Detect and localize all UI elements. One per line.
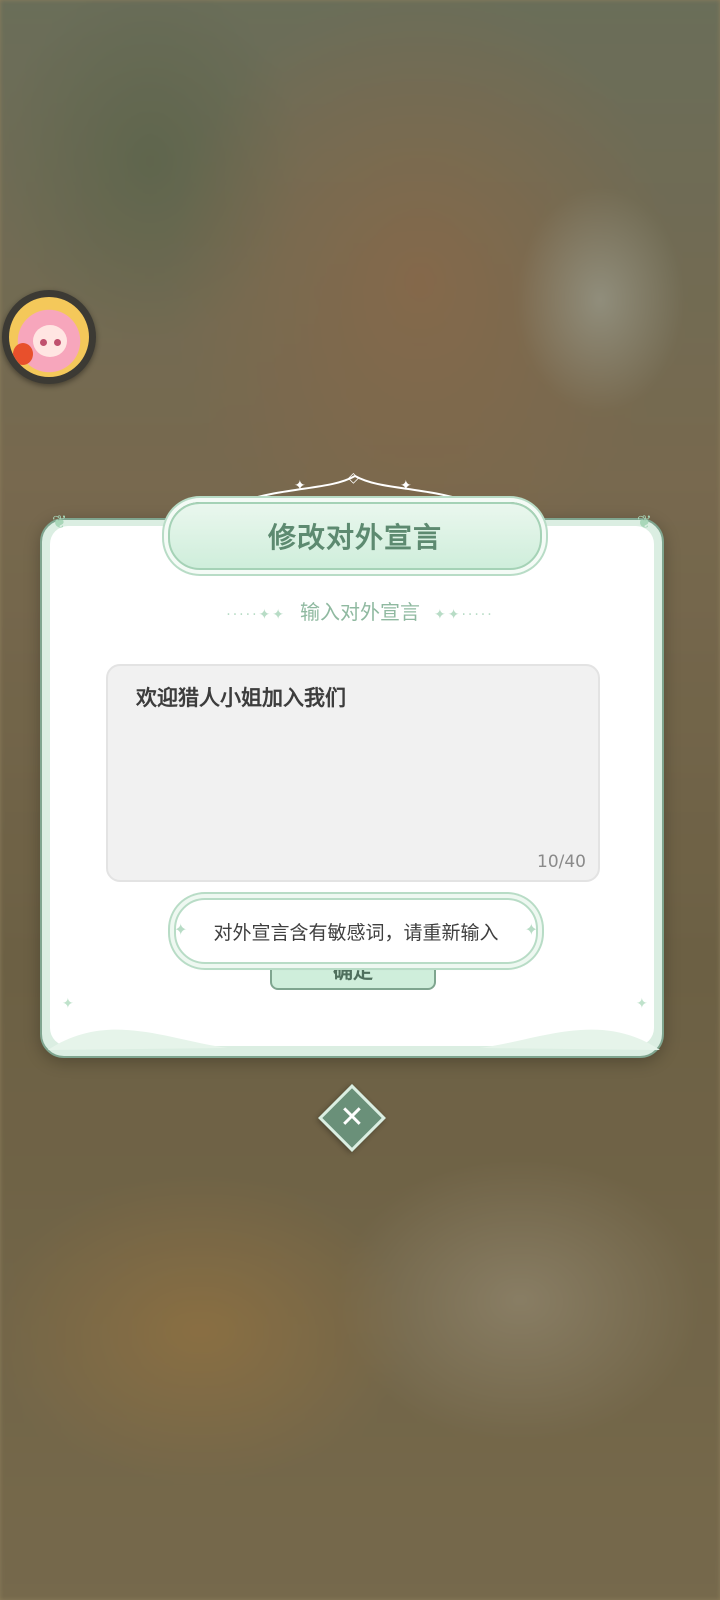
dialog-title-plate: 修改对外宣言 (168, 502, 542, 570)
avatar[interactable] (2, 290, 96, 384)
toast-message: 对外宣言含有敏感词，请重新输入 (213, 921, 499, 944)
sparkle-icon: ✦✦····· (434, 607, 494, 623)
corner-leaf-icon: ❦ (636, 512, 652, 533)
subtitle-text: 输入对外宣言 (300, 600, 420, 624)
sparkle-icon: ✦ (174, 920, 188, 939)
declaration-input-value[interactable]: 欢迎猎人小姐加入我们 (136, 682, 346, 712)
corner-leaf-icon: ❦ (52, 512, 68, 533)
svg-text:◇: ◇ (348, 470, 359, 486)
svg-text:✦: ✦ (636, 996, 648, 1012)
dialog-title: 修改对外宣言 (267, 521, 442, 554)
svg-text:✦: ✦ (62, 996, 74, 1012)
sparkle-icon: ✦ (524, 920, 538, 939)
avatar-portrait (9, 297, 89, 377)
title-crown-decoration: ✦ ◇ ✦ (239, 470, 471, 503)
close-icon[interactable]: ✕ (328, 1094, 376, 1142)
sparkle-icon: ·····✦✦ (226, 607, 286, 623)
declaration-input[interactable]: 欢迎猎人小姐加入我们 10/40 (106, 664, 600, 882)
svg-text:✦: ✦ (400, 478, 412, 494)
character-counter: 10/40 (537, 852, 586, 872)
sensitive-word-toast: ✦ 对外宣言含有敏感词，请重新输入 ✦ (174, 898, 538, 964)
svg-text:✦: ✦ (294, 478, 306, 494)
panel-wave-decoration: ✦ ✦ (48, 996, 660, 1050)
input-subtitle: ·····✦✦ 输入对外宣言 ✦✦····· (0, 596, 720, 625)
